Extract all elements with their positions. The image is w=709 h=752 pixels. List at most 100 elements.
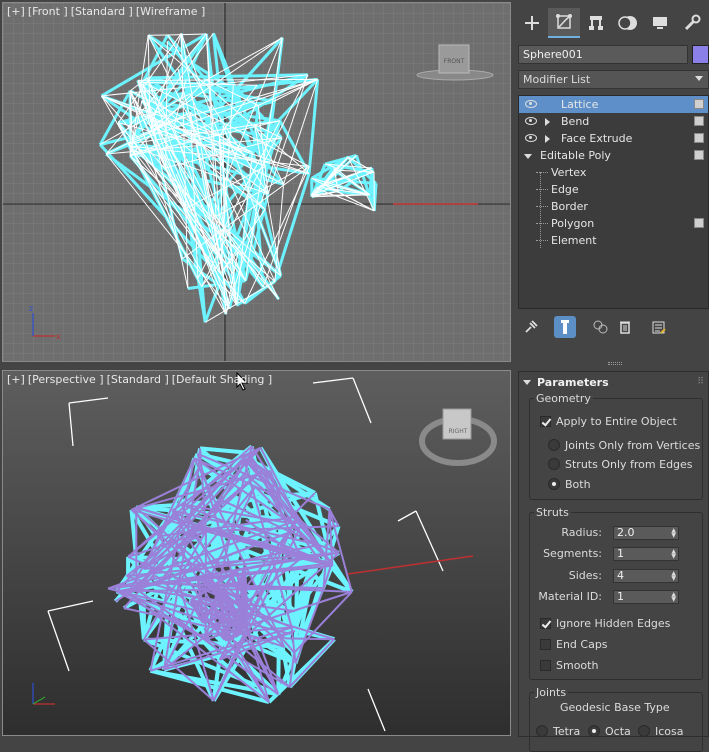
viewport-plus-menu[interactable]: [+] [7, 5, 25, 18]
checkbox[interactable] [540, 618, 551, 629]
display-tab[interactable] [644, 8, 676, 38]
ignore-hidden-edges-checkbox[interactable]: Ignore Hidden Edges [540, 617, 670, 631]
tree-line [536, 206, 548, 207]
spinner-field[interactable]: 4▲▼ [613, 569, 679, 583]
stack-subobject-border[interactable]: Border [519, 198, 708, 215]
motion-icon [618, 14, 638, 32]
viewport-view-menu[interactable]: [Front ] [28, 5, 68, 18]
motion-tab[interactable] [612, 8, 644, 38]
modifier-list-label: Modifier List [523, 73, 590, 86]
modifier-checkbox[interactable] [694, 116, 704, 126]
stack-subobject-element[interactable]: Element [519, 232, 708, 249]
panel-splitter[interactable] [608, 362, 622, 365]
modifier-checkbox[interactable] [694, 218, 704, 228]
utilities-tab[interactable] [676, 8, 708, 38]
spinner-arrows-icon[interactable]: ▲▼ [671, 571, 676, 581]
spinner-arrows-icon[interactable]: ▲▼ [671, 549, 676, 559]
lattice-mesh[interactable] [108, 446, 352, 702]
spinner-field[interactable]: 2.0▲▼ [613, 526, 679, 540]
command-panel-tabs [516, 8, 708, 38]
configure-modifier-sets-button[interactable] [648, 316, 670, 338]
stack-item-label: Lattice [561, 96, 598, 113]
radius-spinner[interactable]: Radius: 2.0▲▼ [530, 526, 688, 540]
viewport-standard-menu[interactable]: [Standard ] [107, 373, 169, 386]
radio-label: Tetra [553, 725, 580, 738]
group-title: Joints [534, 686, 568, 699]
modifier-stack[interactable]: Lattice Bend Face Extrude Editable Poly … [518, 95, 709, 309]
tree-line [536, 172, 548, 173]
checkbox-label: Apply to Entire Object [556, 415, 677, 428]
hierarchy-tab[interactable] [580, 8, 612, 38]
show-end-result-button[interactable] [554, 316, 576, 338]
radio[interactable] [536, 725, 548, 737]
group-title: Geometry [534, 392, 593, 405]
material-id-spinner[interactable]: Material ID: 1▲▼ [530, 590, 688, 604]
modifier-checkbox[interactable] [694, 133, 704, 143]
modify-tab[interactable] [548, 8, 580, 38]
stack-subobject-polygon[interactable]: Polygon [519, 215, 708, 232]
create-tab[interactable] [516, 8, 548, 38]
pin-stack-button[interactable] [520, 316, 542, 338]
stack-item-face-extrude[interactable]: Face Extrude [519, 130, 708, 147]
make-unique-button[interactable] [590, 316, 612, 338]
viewport-plus-menu[interactable]: [+] [7, 373, 25, 386]
stack-item-lattice[interactable]: Lattice [519, 96, 708, 113]
modifier-checkbox[interactable] [694, 150, 704, 160]
rollout-grip-icon[interactable]: ⠿ [697, 377, 704, 387]
checkbox[interactable] [540, 416, 551, 427]
viewport-shading-menu[interactable]: [Default Shading ] [172, 373, 272, 386]
object-color-swatch[interactable] [692, 45, 709, 64]
radio[interactable] [548, 439, 560, 451]
apply-entire-object-checkbox[interactable]: Apply to Entire Object [540, 415, 677, 429]
spinner-field[interactable]: 1▲▼ [613, 590, 679, 604]
front-wireframe-view: FRONT z x [3, 3, 511, 362]
rollout-header[interactable]: Parameters [523, 376, 609, 389]
spinner-arrows-icon[interactable]: ▲▼ [671, 528, 676, 538]
eye-icon[interactable] [525, 134, 537, 142]
checkbox[interactable] [540, 660, 551, 671]
stack-item-editable-poly[interactable]: Editable Poly [519, 147, 708, 164]
viewport-view-menu[interactable]: [Perspective ] [28, 373, 104, 386]
remove-modifier-button[interactable] [614, 316, 636, 338]
smooth-checkbox[interactable]: Smooth [540, 659, 598, 673]
spinner-arrows-icon[interactable]: ▲▼ [671, 592, 676, 602]
stack-item-bend[interactable]: Bend [519, 113, 708, 130]
radio[interactable] [548, 458, 560, 470]
radio-label: Struts Only from Edges [565, 458, 693, 471]
struts-only-radio[interactable]: Struts Only from Edges [548, 458, 693, 472]
expand-arrow-icon[interactable] [545, 118, 550, 126]
joints-group: Joints Geodesic Base Type Tetra Octa Ico… [529, 692, 703, 752]
eye-icon[interactable] [525, 100, 537, 108]
modifier-checkbox[interactable] [694, 99, 704, 109]
radio-label: Both [565, 478, 591, 491]
command-panel: Sphere001 Modifier List Lattice Bend Fac… [514, 0, 709, 737]
expand-arrow-icon[interactable] [545, 135, 550, 143]
viewport-label[interactable]: [+][Perspective ][Standard ][Default Sha… [7, 373, 275, 386]
stack-item-label: Editable Poly [540, 147, 611, 164]
collapse-arrow-icon[interactable] [524, 154, 532, 159]
stack-subobject-vertex[interactable]: Vertex [519, 164, 708, 181]
modifier-list-dropdown[interactable]: Modifier List [518, 70, 709, 89]
radio[interactable] [588, 725, 600, 737]
perspective-viewport[interactable]: [+][Perspective ][Standard ][Default Sha… [2, 370, 511, 736]
sides-spinner[interactable]: Sides: 4▲▼ [530, 569, 688, 583]
spinner-value: 1 [617, 547, 624, 560]
end-caps-checkbox[interactable]: End Caps [540, 638, 608, 652]
stack-subobject-edge[interactable]: Edge [519, 181, 708, 198]
eye-icon[interactable] [525, 117, 537, 125]
make-unique-icon [593, 320, 609, 334]
perspective-shaded-view: RIGHT [3, 371, 511, 736]
segments-spinner[interactable]: Segments: 1▲▼ [530, 547, 688, 561]
viewcube[interactable]: RIGHT [422, 409, 494, 463]
both-radio[interactable]: Both [548, 478, 591, 492]
joints-only-radio[interactable]: Joints Only from Vertices [548, 439, 700, 453]
spinner-field[interactable]: 1 ▲▼ [613, 547, 679, 561]
front-viewport[interactable]: [+][Front ][Standard ][Wireframe ] FRONT… [2, 2, 511, 362]
radio[interactable] [548, 478, 560, 490]
checkbox[interactable] [540, 639, 551, 650]
radio[interactable] [638, 725, 650, 737]
viewport-shading-menu[interactable]: [Wireframe ] [136, 5, 205, 18]
viewport-standard-menu[interactable]: [Standard ] [71, 5, 133, 18]
object-name-field[interactable]: Sphere001 [518, 45, 688, 64]
viewport-label[interactable]: [+][Front ][Standard ][Wireframe ] [7, 5, 208, 18]
